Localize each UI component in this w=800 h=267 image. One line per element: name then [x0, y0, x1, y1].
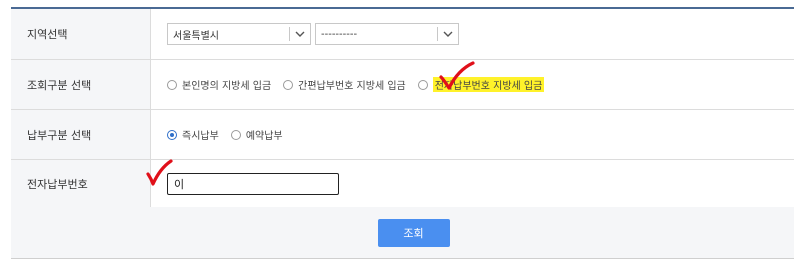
region-row: 지역선택 서울특별시 ----------	[11, 9, 794, 60]
tax-payment-form: 지역선택 서울특별시 ---------- 조회구분 선택 본인명의 지방세 입…	[11, 7, 794, 209]
payment-type-radio-group: 즉시납부 예약납부	[167, 127, 295, 142]
search-button[interactable]: 조회	[377, 218, 450, 247]
query-type-radio-group: 본인명의 지방세 입금 간편납부번호 지방세 입금 전자납부번호 지방세 입금	[167, 77, 556, 92]
radio-label-highlighted: 전자납부번호 지방세 입금	[432, 77, 545, 92]
radio-button-selected[interactable]	[167, 129, 177, 140]
radio-label: 즉시납부	[182, 131, 219, 142]
epay-number-row: 전자납부번호	[11, 160, 794, 209]
button-area: 조회	[11, 207, 794, 259]
region-cell: 서울특별시 ----------	[151, 9, 794, 59]
region-label: 지역선택	[11, 9, 151, 59]
query-type-label: 조회구분 선택	[11, 60, 151, 109]
city-select-value: 서울특별시	[173, 30, 219, 42]
radio-button[interactable]	[230, 129, 241, 140]
radio-simple-payment-number[interactable]: 간편납부번호 지방세 입금	[283, 77, 406, 92]
city-select[interactable]: 서울특별시	[167, 23, 311, 45]
radio-electronic-payment-number[interactable]: 전자납부번호 지방세 입금	[417, 77, 545, 92]
payment-type-label: 납부구분 선택	[11, 110, 151, 159]
query-type-row: 조회구분 선택 본인명의 지방세 입금 간편납부번호 지방세 입금 전자납부번호…	[11, 60, 794, 110]
radio-own-name-tax[interactable]: 본인명의 지방세 입금	[167, 77, 271, 92]
epay-number-cell	[151, 160, 794, 208]
district-select-value: ----------	[321, 28, 358, 40]
radio-scheduled-payment[interactable]: 예약납부	[230, 127, 283, 142]
radio-label: 본인명의 지방세 입금	[182, 81, 272, 92]
epay-number-input[interactable]	[167, 173, 339, 195]
chevron-down-icon[interactable]	[438, 31, 458, 38]
radio-immediate-payment[interactable]: 즉시납부	[167, 127, 219, 142]
query-type-cell: 본인명의 지방세 입금 간편납부번호 지방세 입금 전자납부번호 지방세 입금	[151, 60, 794, 109]
radio-button[interactable]	[417, 79, 428, 90]
radio-button[interactable]	[283, 79, 294, 90]
chevron-down-icon[interactable]	[290, 31, 310, 38]
radio-button[interactable]	[167, 79, 177, 90]
district-select[interactable]: ----------	[315, 23, 459, 45]
radio-label: 예약납부	[245, 131, 283, 142]
payment-type-cell: 즉시납부 예약납부	[151, 110, 794, 159]
radio-label: 간편납부번호 지방세 입금	[298, 81, 406, 92]
payment-type-row: 납부구분 선택 즉시납부 예약납부	[11, 110, 794, 160]
epay-number-label: 전자납부번호	[11, 160, 151, 208]
